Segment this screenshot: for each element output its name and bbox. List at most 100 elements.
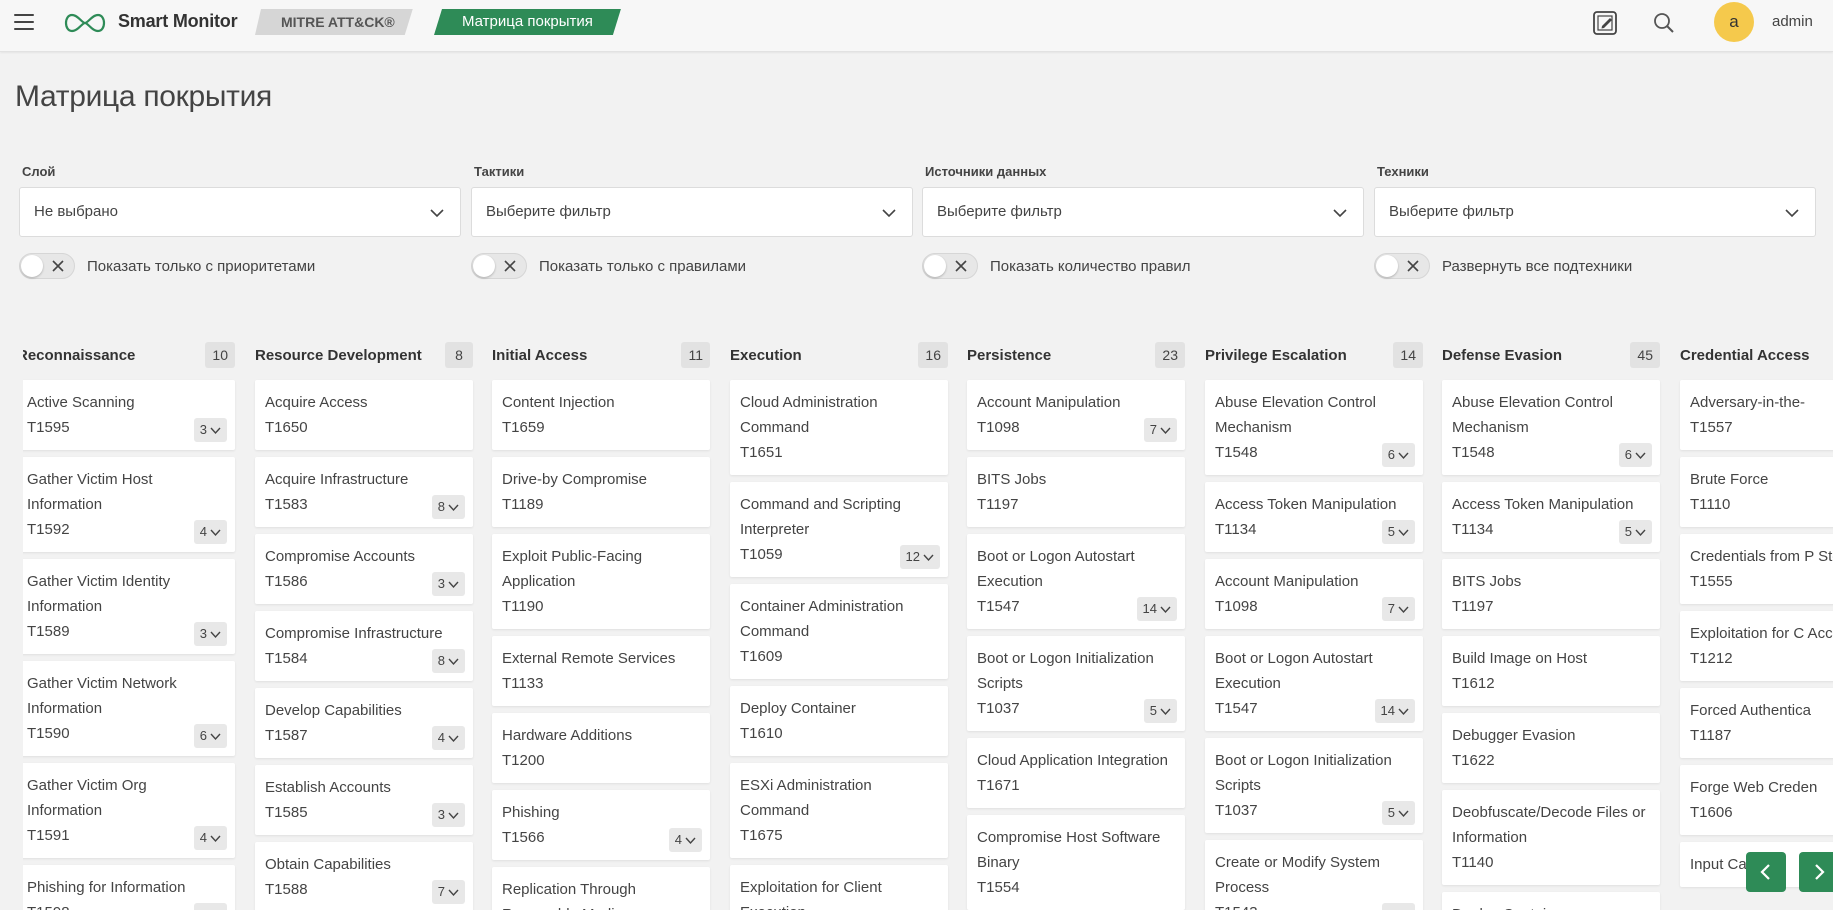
subtechniques-toggle-button[interactable]: 6 — [1618, 443, 1652, 467]
subtechniques-toggle-button[interactable]: 4 — [193, 520, 227, 544]
tactics-select[interactable]: Выберите фильтр — [471, 187, 913, 237]
breadcrumb-mitre[interactable]: MITRE ATT&CK® — [255, 9, 413, 35]
technique-card[interactable]: External Remote Services T1133 — [492, 636, 710, 706]
technique-card[interactable]: Gather Victim Org Information T1591 4 — [23, 763, 235, 858]
tactic-header[interactable]: Reconnaissance 10 — [23, 340, 235, 370]
technique-card[interactable]: Compromise Infrastructure T1584 8 — [255, 611, 473, 681]
expand-subtechniques-toggle[interactable] — [1374, 253, 1430, 279]
subtechniques-toggle-button[interactable]: 12 — [899, 545, 940, 569]
technique-card[interactable]: Abuse Elevation Control Mechanism T1548 6 — [1442, 380, 1660, 475]
technique-card[interactable]: Abuse Elevation Control Mechanism T1548 6 — [1205, 380, 1423, 475]
subtechniques-toggle-button[interactable]: 3 — [431, 572, 465, 596]
subtechniques-toggle-button[interactable]: 7 — [431, 880, 465, 904]
technique-card[interactable]: Build Image on Host T1612 — [1442, 636, 1660, 706]
technique-card[interactable]: Command and Scripting Interpreter T1059 12 — [730, 482, 948, 577]
technique-card[interactable]: BITS Jobs T1197 — [1442, 559, 1660, 629]
subtechniques-toggle-button[interactable]: 5 — [1381, 520, 1415, 544]
technique-card[interactable]: Phishing T1566 4 — [492, 790, 710, 860]
technique-card[interactable]: Replication Through Removable Media — [492, 867, 710, 910]
technique-card[interactable]: Acquire Infrastructure T1583 8 — [255, 457, 473, 527]
avatar[interactable]: a — [1714, 2, 1754, 42]
tactic-header[interactable]: Defense Evasion 45 — [1442, 340, 1660, 370]
technique-card[interactable]: Brute Force T1110 — [1680, 457, 1833, 527]
data-sources-select[interactable]: Выберите фильтр — [922, 187, 1364, 237]
technique-card[interactable]: Cloud Administration Command T1651 — [730, 380, 948, 475]
subtechniques-toggle-button[interactable]: 5 — [1381, 801, 1415, 825]
technique-card[interactable]: Adversary-in-the- T1557 — [1680, 380, 1833, 450]
subtechniques-toggle-button[interactable]: 3 — [193, 622, 227, 646]
subtechniques-toggle-button[interactable]: 3 — [431, 803, 465, 827]
technique-card[interactable]: Obtain Capabilities T1588 7 — [255, 842, 473, 910]
technique-card[interactable]: Deobfuscate/Decode Files or Information T… — [1442, 790, 1660, 885]
rules-only-toggle[interactable] — [471, 253, 527, 279]
technique-card[interactable]: Boot or Logon Initialization Scripts T103… — [967, 636, 1185, 731]
subtechniques-toggle-button[interactable]: 4 — [668, 828, 702, 852]
scroll-left-button[interactable] — [1746, 852, 1786, 892]
subtechniques-toggle-button[interactable]: 4 — [193, 903, 227, 910]
technique-card[interactable]: Deploy Container T1610 — [730, 686, 948, 756]
subtechniques-toggle-button[interactable]: 8 — [431, 495, 465, 519]
app-name[interactable]: Smart Monitor — [118, 11, 238, 32]
subtechniques-toggle-button[interactable]: 14 — [1374, 699, 1415, 723]
search-icon[interactable] — [1650, 9, 1678, 37]
tactic-header[interactable]: Persistence 23 — [967, 340, 1185, 370]
rule-count-toggle[interactable] — [922, 253, 978, 279]
technique-card[interactable]: Exploitation for Client Execution — [730, 865, 948, 910]
technique-card[interactable]: Access Token Manipulation T1134 5 — [1205, 482, 1423, 552]
subtechniques-toggle-button[interactable]: 14 — [1136, 597, 1177, 621]
technique-card[interactable]: Gather Victim Network Information T1590 6 — [23, 661, 235, 756]
technique-card[interactable]: Container Administration Command T1609 — [730, 584, 948, 679]
technique-card[interactable]: Account Manipulation T1098 7 — [967, 380, 1185, 450]
technique-card[interactable]: Boot or Logon Autostart Execution T1547 14 — [967, 534, 1185, 629]
technique-card[interactable]: Forced Authentica T1187 — [1680, 688, 1833, 758]
technique-card[interactable]: Boot or Logon Autostart Execution T1547 14 — [1205, 636, 1423, 731]
technique-card[interactable]: Boot or Logon Initialization Scripts T103… — [1205, 738, 1423, 833]
subtechniques-toggle-button[interactable]: 4 — [193, 826, 227, 850]
technique-card[interactable]: Access Token Manipulation T1134 5 — [1442, 482, 1660, 552]
edit-icon[interactable] — [1591, 9, 1619, 37]
technique-card[interactable]: Deploy Container — [1442, 892, 1660, 910]
subtechniques-toggle-button[interactable]: 7 — [1381, 597, 1415, 621]
technique-card[interactable]: Establish Accounts T1585 3 — [255, 765, 473, 835]
technique-card[interactable]: Create or Modify System ProcessT15435 — [1205, 840, 1423, 910]
technique-card[interactable]: Gather Victim Host Information T1592 4 — [23, 457, 235, 552]
techniques-select[interactable]: Выберите фильтр — [1374, 187, 1816, 237]
technique-card[interactable]: Gather Victim Identity Information T1589 3 — [23, 559, 235, 654]
infinity-logo-icon[interactable] — [60, 11, 110, 35]
technique-card[interactable]: Acquire Access T1650 — [255, 380, 473, 450]
technique-card[interactable]: Active Scanning T1595 3 — [23, 380, 235, 450]
tactic-header[interactable]: Privilege Escalation 14 — [1205, 340, 1423, 370]
technique-card[interactable]: Exploit Public-Facing Application T1190 — [492, 534, 710, 629]
layer-select[interactable]: Не выбрано — [19, 187, 461, 237]
subtechniques-toggle-button[interactable]: 5 — [1618, 520, 1652, 544]
technique-card[interactable]: Credentials from P Stores T1555 — [1680, 534, 1833, 604]
priorities-toggle[interactable] — [19, 253, 75, 279]
subtechniques-toggle-button[interactable]: 7 — [1143, 418, 1177, 442]
technique-card[interactable]: Content Injection T1659 — [492, 380, 710, 450]
technique-card[interactable]: Forge Web Creden T1606 — [1680, 765, 1833, 835]
subtechniques-toggle-button[interactable]: 6 — [193, 724, 227, 748]
technique-card[interactable]: ESXi Administration Command T1675 — [730, 763, 948, 858]
technique-card[interactable]: BITS Jobs T1197 — [967, 457, 1185, 527]
subtechniques-toggle-button[interactable]: 5 — [1143, 699, 1177, 723]
subtechniques-toggle-button[interactable]: 4 — [431, 726, 465, 750]
technique-card[interactable]: Phishing for InformationT15984 — [23, 865, 235, 910]
tactic-header[interactable]: Initial Access 11 — [492, 340, 710, 370]
technique-card[interactable]: Account Manipulation T1098 7 — [1205, 559, 1423, 629]
scroll-right-button[interactable] — [1799, 852, 1833, 892]
technique-card[interactable]: Exploitation for C Access T1212 — [1680, 611, 1833, 681]
technique-card[interactable]: Compromise Host Software Binary T1554 — [967, 815, 1185, 910]
subtechniques-toggle-button[interactable]: 5 — [1381, 903, 1415, 910]
subtechniques-toggle-button[interactable]: 8 — [431, 649, 465, 673]
subtechniques-toggle-button[interactable]: 3 — [193, 418, 227, 442]
tactic-header[interactable]: Resource Development 8 — [255, 340, 473, 370]
technique-card[interactable]: Compromise Accounts T1586 3 — [255, 534, 473, 604]
technique-card[interactable]: Drive-by Compromise T1189 — [492, 457, 710, 527]
tactic-header[interactable]: Credential Access — [1680, 340, 1833, 370]
menu-icon[interactable] — [14, 14, 34, 30]
technique-card[interactable]: Debugger Evasion T1622 — [1442, 713, 1660, 783]
tactic-header[interactable]: Execution 16 — [730, 340, 948, 370]
subtechniques-toggle-button[interactable]: 6 — [1381, 443, 1415, 467]
username[interactable]: admin — [1772, 13, 1813, 30]
technique-card[interactable]: Hardware Additions T1200 — [492, 713, 710, 783]
